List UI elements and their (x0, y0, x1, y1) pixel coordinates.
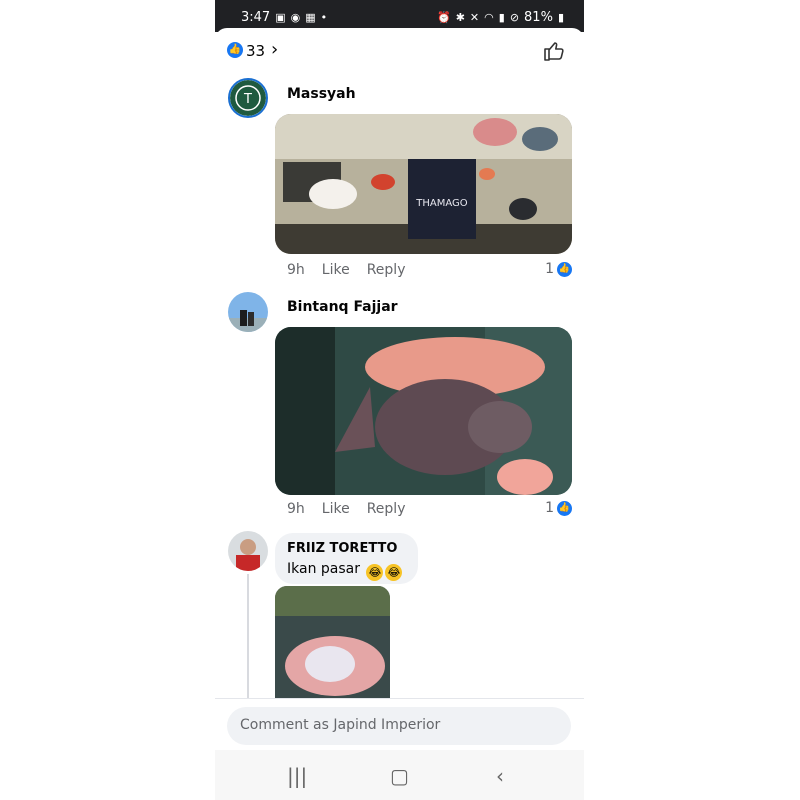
comment-author[interactable]: Bintanq Fajjar (287, 299, 398, 315)
comment-input-placeholder: Comment as Japind Imperior (240, 717, 441, 733)
image-icon: ▣ (275, 11, 286, 24)
comment-reactions[interactable]: 1 👍 (545, 500, 572, 516)
laughing-emoji-icon: 😂 (385, 564, 403, 581)
alarm-icon: ⏰ (437, 11, 451, 24)
comment-reactions[interactable]: 1 👍 (545, 261, 572, 277)
goldfish-photo (275, 327, 572, 495)
reply-link[interactable]: Reply (367, 501, 406, 517)
comment-photo[interactable]: THAMAGO (275, 114, 572, 254)
thread-line (247, 574, 249, 714)
avatar[interactable] (228, 531, 268, 571)
like-reaction-icon: 👍 (557, 500, 572, 516)
comment-meta: 9h Like Reply (287, 262, 405, 278)
fish-in-hand-photo (275, 586, 390, 701)
bluesky-icon: ◉ (290, 11, 301, 24)
battery-icon: ▮ (557, 11, 564, 24)
comment-reaction-count: 1 (545, 261, 554, 277)
comment-input[interactable]: Comment as Japind Imperior (227, 707, 571, 745)
phone-screen: 3:47 ▣ ◉ ▦ • ⏰ ✱ ✕ ◠ ▮ ⊘ 81% ▮ 👍 33 › T … (215, 0, 584, 800)
mute-icon: ✕ (469, 11, 480, 24)
avatar-photo (228, 292, 268, 332)
back-icon[interactable]: ‹ (496, 764, 504, 788)
comment-reaction-count: 1 (545, 500, 554, 516)
comment-photo[interactable] (275, 327, 572, 495)
notification-dot-icon: • (320, 11, 328, 24)
svg-text:T: T (243, 92, 252, 107)
no-sim-icon: ⊘ (509, 11, 520, 24)
like-reaction-icon: 👍 (557, 261, 572, 277)
laughing-emoji-icon: 😂 (366, 564, 384, 581)
wifi-icon: ◠ (484, 11, 494, 24)
gallery-icon: ▦ (305, 11, 316, 24)
comment-bubble[interactable]: FRIIZ TORETTO Ikan pasar 😂 😂 (275, 533, 418, 584)
chevron-right-icon[interactable]: › (271, 39, 278, 60)
comment-text: Ikan pasar (287, 561, 360, 577)
avatar[interactable]: T (228, 78, 268, 118)
comments-sheet: 👍 33 › T Massyah THAMAGO 9h Like Reply 1… (215, 28, 584, 750)
system-nav-bar: ||| ▢ ‹ (215, 750, 584, 800)
comment-author[interactable]: FRIIZ TORETTO (287, 541, 397, 556)
signal-icon: ▮ (498, 11, 505, 24)
comment-time: 9h (287, 501, 305, 517)
avatar[interactable] (228, 292, 268, 332)
like-link[interactable]: Like (322, 262, 350, 278)
comment-meta: 9h Like Reply (287, 501, 405, 517)
battery-percent: 81% (524, 10, 553, 25)
avatar-logo-icon: T (230, 80, 266, 116)
like-reaction-icon: 👍 (227, 42, 243, 58)
reply-link[interactable]: Reply (367, 262, 406, 278)
comment-composer-bar: Comment as Japind Imperior (215, 698, 584, 750)
reactions-header[interactable]: 👍 33 › (215, 38, 584, 66)
comment-photo[interactable] (275, 586, 390, 701)
like-outline-icon[interactable] (542, 40, 566, 62)
bluetooth-icon: ✱ (455, 11, 465, 24)
clock: 3:47 (241, 10, 271, 25)
reaction-count: 33 (246, 42, 266, 60)
aquarium-photo: THAMAGO (275, 114, 572, 254)
avatar-photo (228, 531, 268, 571)
recent-apps-icon[interactable]: ||| (287, 764, 307, 788)
comment-time: 9h (287, 262, 305, 278)
media-product-label: THAMAGO (415, 198, 468, 209)
home-icon[interactable]: ▢ (390, 764, 409, 788)
comment-author[interactable]: Massyah (287, 86, 356, 102)
like-link[interactable]: Like (322, 501, 350, 517)
comment-text-row: Ikan pasar 😂 😂 (287, 561, 403, 581)
